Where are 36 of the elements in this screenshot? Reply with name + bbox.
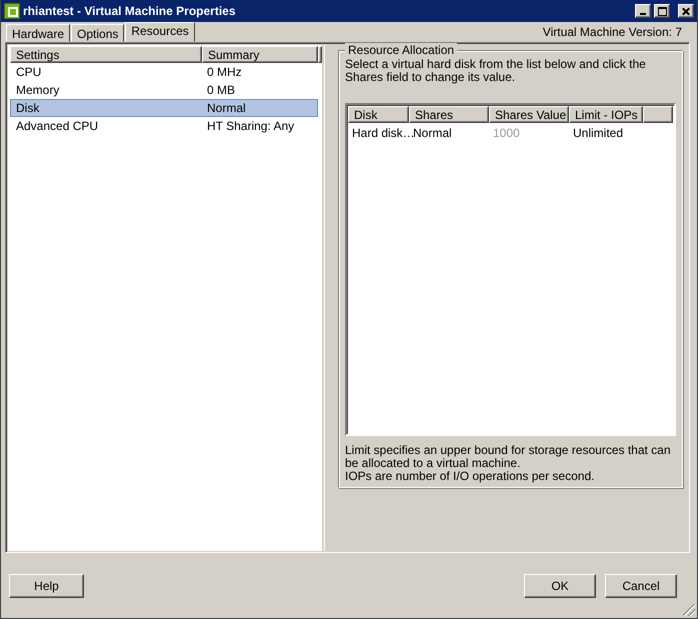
maximize-button[interactable] [654,4,670,18]
setting-name: Memory [15,83,60,97]
tab[interactable]: Resources [125,22,195,42]
settings-row[interactable]: Advanced CPU HT Sharing: Any [10,117,318,135]
dialog-button[interactable]: OK [524,574,596,598]
dialog-button[interactable]: Help [9,574,84,598]
setting-name: Disk [15,101,40,115]
tab[interactable]: Options [71,24,124,42]
instructions-text: Select a virtual hard disk from the list below and click the Shares field to change its value. [345,58,647,84]
column-header[interactable]: Limit - IOPs [569,106,643,123]
dialog-button[interactable]: Cancel [605,574,677,598]
column-header[interactable]: Settings [10,46,202,63]
setting-name: CPU [15,65,42,79]
column-header[interactable]: Disk [348,106,409,123]
version-label: Virtual Machine Version: 7 [542,25,682,39]
column-header[interactable]: Summary [202,46,318,63]
setting-summary: 0 MHz [206,65,243,79]
column-header[interactable]: Shares Value [489,106,569,123]
minimize-button[interactable] [635,4,651,18]
setting-summary: HT Sharing: Any [206,119,296,133]
table-cell-text: 1000 [492,126,521,140]
setting-summary: Normal [206,101,247,115]
group-title: Resource Allocation [345,43,458,57]
settings-row[interactable]: CPU 0 MHz [10,63,318,81]
tab[interactable]: Hardware [6,24,70,42]
note-text: Limit specifies an upper bound for storage resources that can be allocated to a virtual machine. [345,444,672,470]
close-button[interactable] [678,4,694,18]
settings-row[interactable]: Disk Normal [10,99,318,117]
column-header[interactable]: Shares [409,106,489,123]
app-icon[interactable] [4,3,20,19]
window-title: rhiantest - Virtual Machine Properties [23,4,237,18]
settings-row[interactable]: Memory 0 MB [10,81,318,99]
setting-name: Advanced CPU [15,119,100,133]
note-text: IOPs are number of I/O operations per second. [345,470,596,483]
setting-summary: 0 MB [206,83,236,97]
table-cell-text: Unlimited [572,126,624,140]
